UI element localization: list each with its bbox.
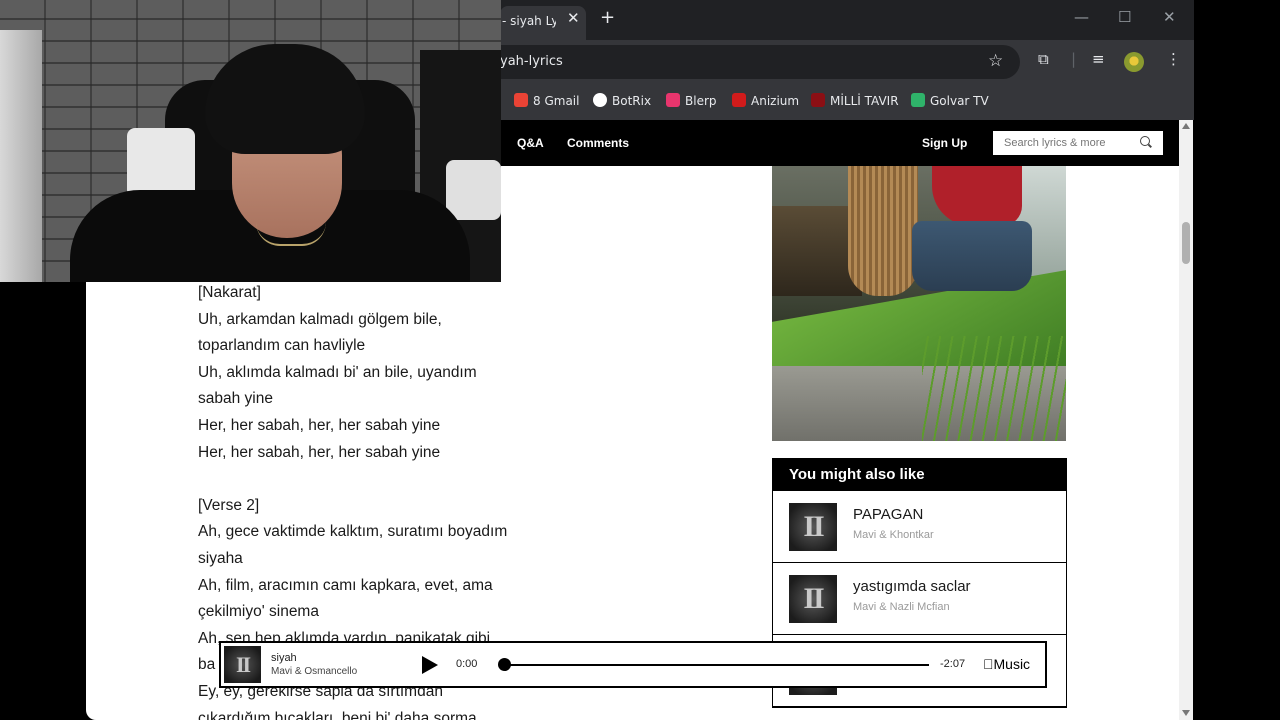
gmail-icon (514, 93, 528, 107)
browser-toolbar: yah-lyrics ☆ ⧉ | ≡ ⋮ (500, 40, 1194, 84)
apple-music-player: II siyah Mavi & Osmancello 0:00 -2:07 M… (219, 641, 1047, 688)
progress-track[interactable] (502, 664, 929, 666)
golvar-tv-icon (911, 93, 925, 107)
nav-qa-link[interactable]: Q&A (517, 136, 544, 150)
player-artist: Mavi & Osmancello (271, 666, 358, 677)
toolbar-divider: | (1071, 50, 1077, 68)
webcam-overlay (0, 0, 501, 282)
url-text: yah-lyrics (500, 54, 563, 69)
minimize-icon[interactable]: — (1074, 10, 1089, 25)
bookmark-milli-tavir[interactable]: MİLLİ TAVIR (811, 93, 899, 108)
menu-kebab-icon[interactable]: ⋮ (1166, 52, 1181, 67)
new-tab-icon[interactable]: + (600, 9, 615, 27)
page-scrollbar[interactable] (1179, 120, 1193, 720)
blerp-icon (666, 93, 680, 107)
scrollbar-thumb[interactable] (1182, 222, 1190, 264)
art-person (932, 166, 1022, 226)
botrix-icon (593, 93, 607, 107)
bookmark-label: Blerp (685, 94, 717, 108)
album-cover-image (772, 166, 1066, 441)
lyric-line: Her, her sabah, her, her sabah yine (198, 443, 441, 461)
nav-comments-link[interactable]: Comments (567, 136, 629, 150)
lyric-line: [Verse 2] (198, 496, 260, 514)
extensions-icon[interactable]: ⧉ (1038, 52, 1049, 67)
lyric-line: çekilmiyo' sinema (198, 603, 319, 621)
play-icon[interactable] (422, 656, 438, 674)
bookmark-anizium[interactable]: Anizium (732, 93, 799, 108)
close-window-icon[interactable]: ✕ (1163, 10, 1176, 25)
lyric-line: sabah yine (198, 390, 273, 408)
panel-heading: You might also like (773, 459, 1066, 491)
elapsed-time: 0:00 (456, 658, 478, 670)
cam-person-hair (205, 44, 365, 154)
bookmark-label: Golvar TV (930, 94, 989, 108)
anizium-icon (732, 93, 746, 107)
remaining-time: -2:07 (940, 658, 966, 670)
lyric-line: çıkardığım bıçakları, beni bi' daha sorm… (198, 709, 477, 720)
bookmark-star-icon[interactable]: ☆ (988, 51, 1003, 71)
cam-pillow-right (446, 160, 501, 220)
brand-label: Music (983, 656, 1031, 672)
lyric-line (198, 466, 578, 493)
apple-logo-icon:  (983, 656, 994, 672)
lyric-line: Uh, arkamdan kalmadı gölgem bile, (198, 310, 442, 328)
art-chair (848, 166, 918, 296)
bookmark-label: MİLLİ TAVIR (830, 94, 899, 108)
scroll-up-arrow-icon[interactable] (1182, 123, 1190, 129)
lyric-line: Uh, aklımda kalmadı bi' an bile, uyandım (198, 363, 477, 381)
profile-avatar[interactable] (1124, 52, 1144, 72)
player-song-title: siyah (271, 652, 297, 664)
sign-up-button[interactable]: Sign Up (922, 136, 967, 150)
bookmark-blerp[interactable]: Blerp (666, 93, 717, 108)
player-artwork: II (224, 646, 261, 683)
milli-tavir-icon (811, 93, 825, 107)
lyric-line: Ah, gece vaktimde kalktım, suratımı boya… (198, 523, 508, 541)
progress-knob[interactable] (498, 658, 511, 671)
song-thumbnail: II (789, 503, 837, 551)
art-grass-blades (922, 336, 1066, 441)
bookmark-label: BotRix (612, 94, 652, 108)
song-title: yastıgımda saclar (853, 578, 971, 595)
browser-tab-bar: - siyah Lyri ✕ + — ☐ ✕ (500, 0, 1194, 40)
song-thumbnail: II (789, 575, 837, 623)
cam-door (0, 30, 42, 282)
art-legs (912, 221, 1032, 291)
lyric-line: Her, her sabah, her, her sabah yine (198, 416, 441, 434)
search-icon[interactable] (1140, 136, 1150, 146)
song-title: PAPAGAN (853, 506, 924, 523)
bookmark-label: Anizium (751, 94, 800, 108)
recommended-song[interactable]: II yastıgımda saclar Mavi & Nazli Mcfian (773, 563, 1066, 635)
cam-pillow-left (127, 128, 195, 198)
tab-title: - siyah Lyri (502, 14, 556, 28)
apple-music-logo[interactable]: Music (983, 656, 1030, 672)
bookmark-botrix[interactable]: BotRix (593, 93, 651, 108)
tab-close-icon[interactable]: ✕ (567, 11, 580, 26)
bookmark-label: 8 Gmail (533, 94, 580, 108)
media-control-icon[interactable]: ≡ (1092, 52, 1105, 67)
bookmark-gmail[interactable]: 8 Gmail (514, 93, 579, 108)
song-artist: Mavi & Khontkar (853, 529, 934, 541)
lyric-line: toparlandım can havliyle (198, 337, 366, 355)
recommended-song[interactable]: II PAPAGAN Mavi & Khontkar (773, 491, 1066, 563)
scroll-down-arrow-icon[interactable] (1182, 710, 1190, 716)
maximize-icon[interactable]: ☐ (1118, 10, 1131, 25)
address-bar[interactable]: yah-lyrics ☆ (500, 45, 1020, 79)
bookmark-golvar-tv[interactable]: Golvar TV (911, 93, 989, 108)
lyric-line: [Nakarat] (198, 284, 261, 301)
song-artist: Mavi & Nazli Mcfian (853, 601, 950, 613)
lyric-line: Ah, film, aracımın camı kapkara, evet, a… (198, 576, 493, 594)
lyric-line: siyaha (198, 549, 243, 567)
search-input[interactable] (993, 131, 1163, 155)
browser-tab-active[interactable]: - siyah Lyri ✕ (500, 6, 586, 40)
bookmarks-bar: 8 Gmail BotRix Blerp Anizium MİLLİ TAVIR… (500, 84, 1194, 120)
